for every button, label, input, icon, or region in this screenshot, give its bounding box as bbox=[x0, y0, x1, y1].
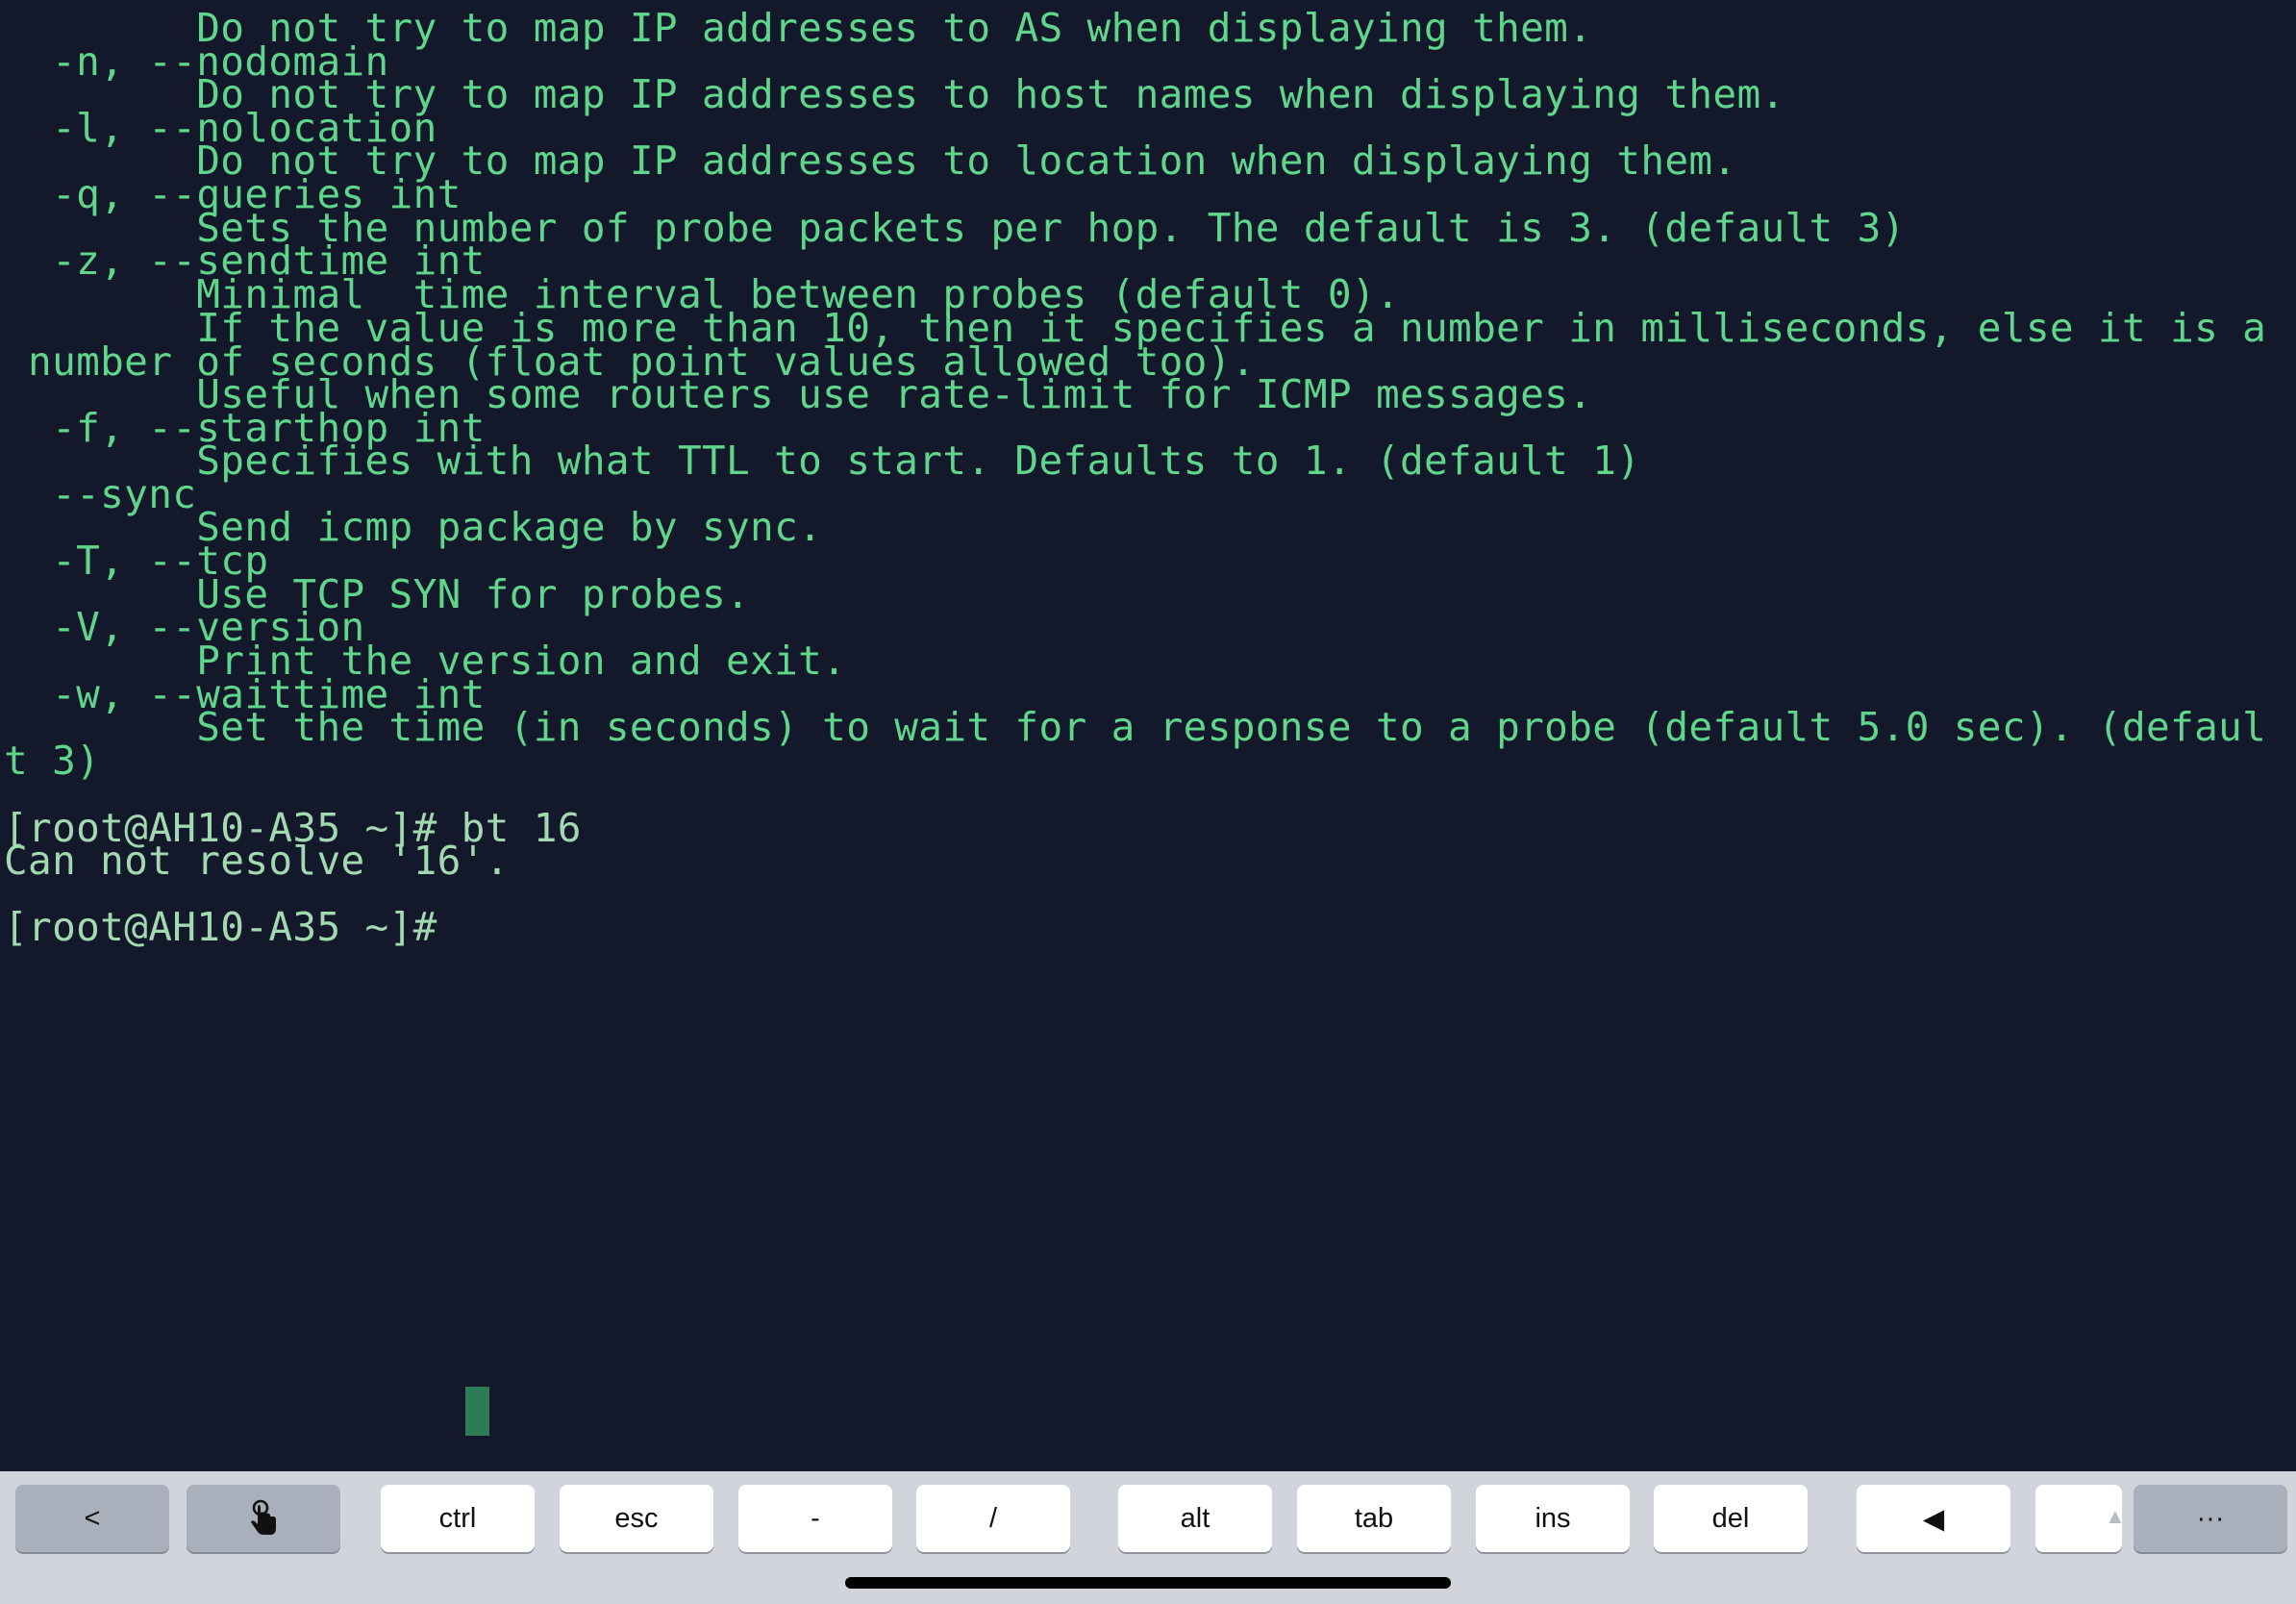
del-key[interactable]: del bbox=[1654, 1485, 1808, 1552]
chevron-left-icon: < bbox=[84, 1502, 101, 1534]
alt-key[interactable]: alt bbox=[1118, 1485, 1272, 1552]
tab-key[interactable]: tab bbox=[1297, 1485, 1451, 1552]
back-key[interactable]: < bbox=[15, 1485, 169, 1552]
arrow-up-icon: ▲ bbox=[2105, 1504, 2122, 1528]
up-arrow-key[interactable]: ▲ bbox=[2035, 1485, 2122, 1552]
terminal-cursor bbox=[465, 1387, 489, 1436]
left-arrow-key[interactable]: ◀ bbox=[1857, 1485, 2010, 1552]
terminal-window[interactable]: Do not try to map IP addresses to AS whe… bbox=[0, 0, 2296, 1471]
esc-key[interactable]: esc bbox=[560, 1485, 713, 1552]
terminal-line: t 3) bbox=[4, 738, 101, 784]
slash-key[interactable]: / bbox=[916, 1485, 1070, 1552]
dash-key[interactable]: - bbox=[738, 1485, 892, 1552]
terminal-line: Set the time (in seconds) to wait for a … bbox=[4, 704, 2267, 750]
keyboard-accessory-bar: < ctrl esc - / alt tab ins del ◀ ▲ ··· bbox=[0, 1471, 2296, 1604]
terminal-line: [root@AH10-A35 ~]# bbox=[4, 904, 462, 950]
ellipsis-icon: ··· bbox=[2196, 1502, 2225, 1534]
ins-key[interactable]: ins bbox=[1476, 1485, 1630, 1552]
ctrl-key[interactable]: ctrl bbox=[381, 1485, 535, 1552]
home-indicator[interactable] bbox=[845, 1577, 1451, 1589]
touch-icon bbox=[251, 1499, 276, 1535]
arrow-left-icon: ◀ bbox=[1922, 1503, 1945, 1535]
touch-mode-key[interactable] bbox=[187, 1485, 340, 1552]
terminal-line: Specifies with what TTL to start. Defaul… bbox=[4, 438, 1641, 484]
terminal-line: Can not resolve '16'. bbox=[4, 838, 510, 884]
more-keys-button[interactable]: ··· bbox=[2134, 1485, 2287, 1552]
